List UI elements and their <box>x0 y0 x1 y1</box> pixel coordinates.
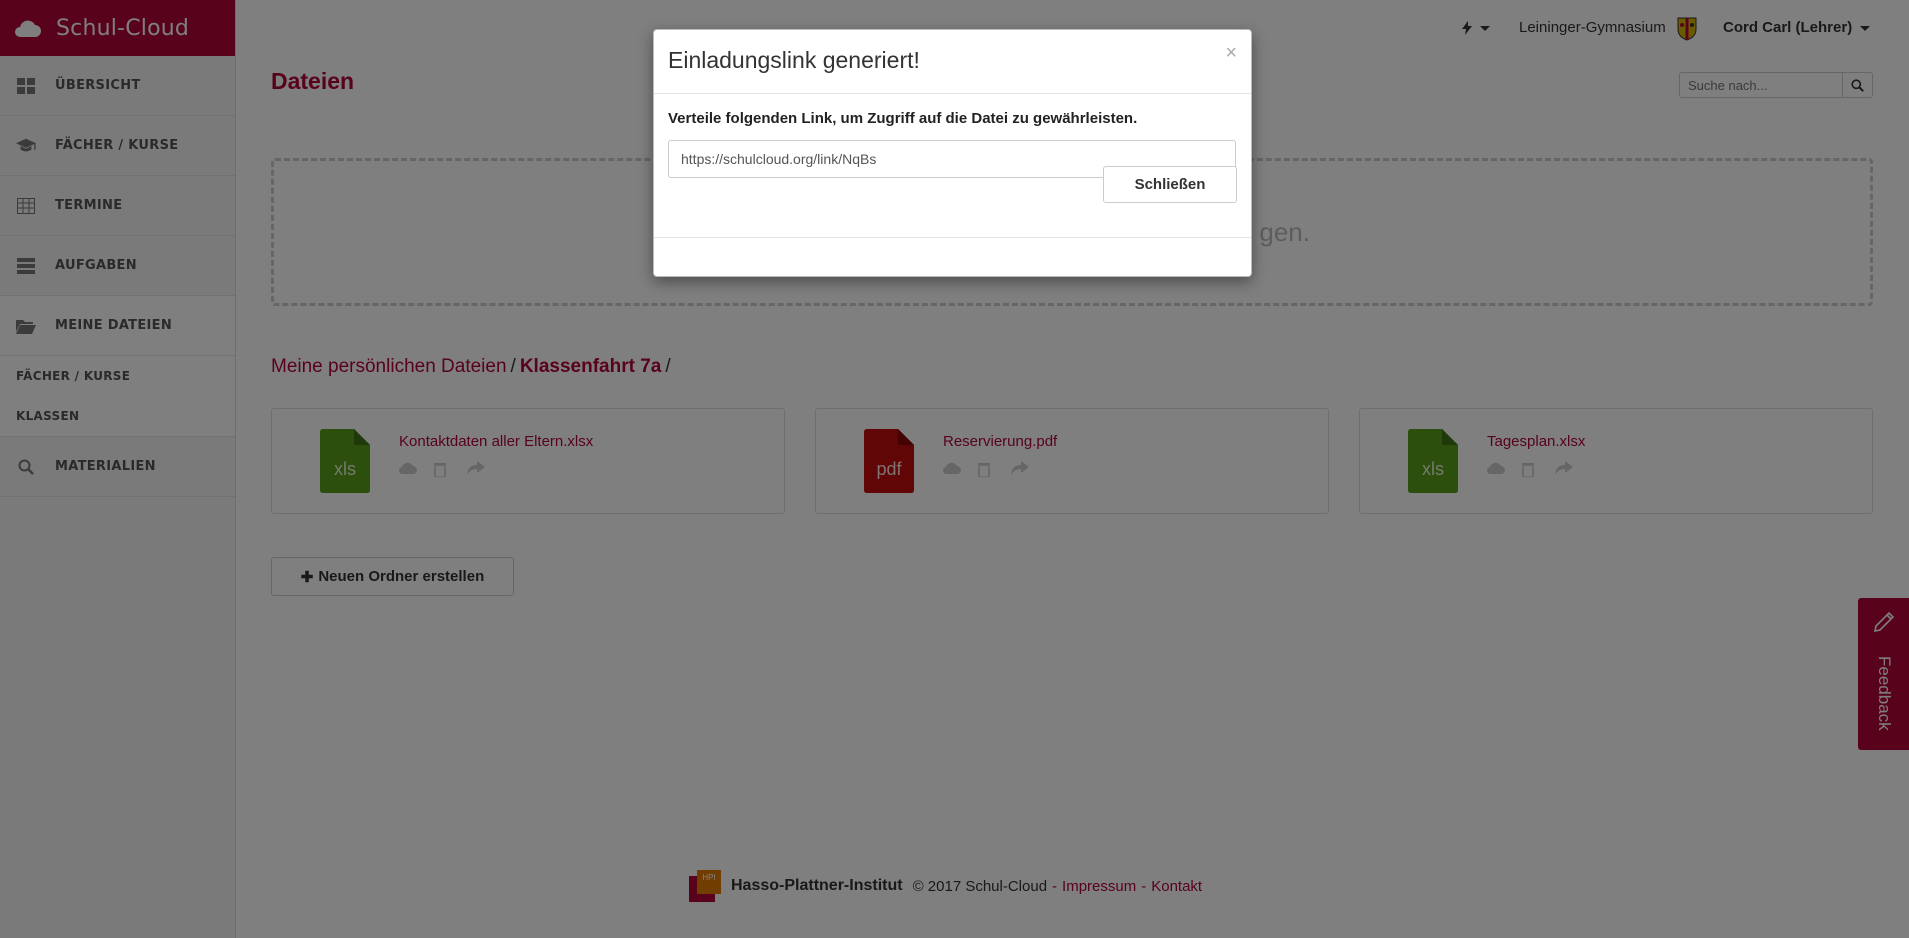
close-button[interactable]: Schließen <box>1103 166 1237 203</box>
invite-link-modal: Einladungslink generiert! × Verteile fol… <box>653 29 1252 277</box>
modal-title: Einladungslink generiert! <box>668 47 920 73</box>
modal-footer: Schließen <box>654 166 1251 277</box>
modal-label: Verteile folgenden Link, um Zugriff auf … <box>668 110 1138 127</box>
modal-header: Einladungslink generiert! × <box>654 30 1251 94</box>
close-icon[interactable]: × <box>1225 42 1237 65</box>
link-input-wrap <box>668 140 1236 241</box>
